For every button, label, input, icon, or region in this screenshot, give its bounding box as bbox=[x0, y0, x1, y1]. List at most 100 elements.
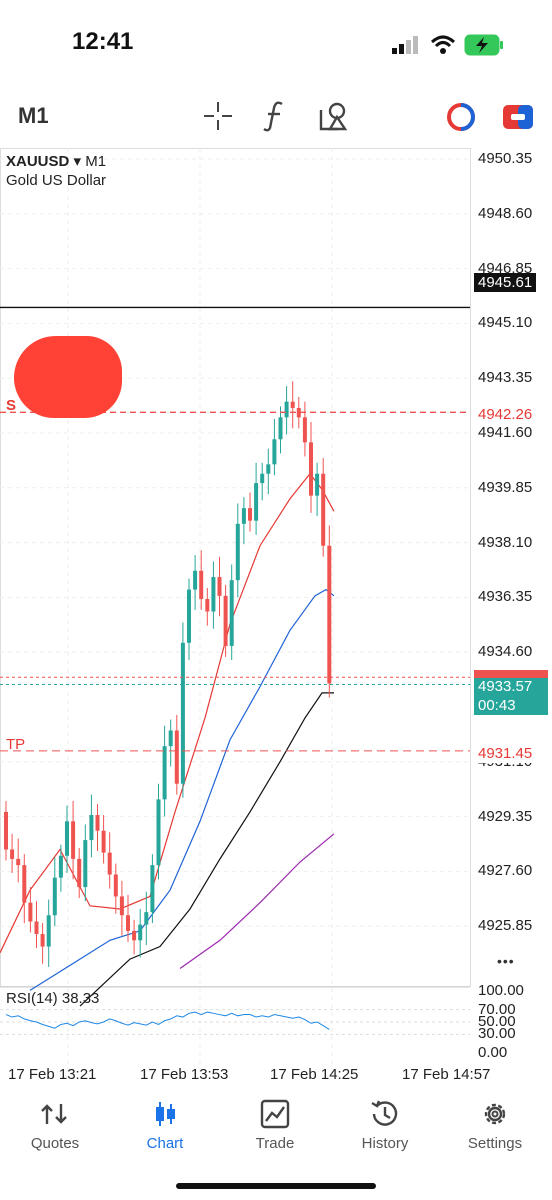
color-scheme-icon[interactable] bbox=[446, 102, 476, 132]
ma-slow-line bbox=[79, 692, 334, 1007]
candle-body bbox=[107, 852, 112, 875]
rsi-tick-label: 30.00 bbox=[478, 1025, 516, 1043]
candle-body bbox=[126, 915, 130, 931]
history-icon bbox=[371, 1100, 398, 1126]
take-profit-tag: 4931.45 bbox=[474, 744, 537, 763]
tab-trade-label: Trade bbox=[255, 1135, 295, 1152]
date-tick-label: 17 Feb 13:53 bbox=[140, 1066, 229, 1083]
candle-body bbox=[309, 442, 313, 496]
candle-body bbox=[150, 865, 155, 913]
price-tick-label: 4925.85 bbox=[478, 917, 533, 935]
candle-body bbox=[119, 896, 124, 916]
candle-body bbox=[235, 523, 240, 581]
candle-body bbox=[16, 858, 21, 866]
price-tick-label: 4945.10 bbox=[478, 314, 533, 332]
candle-body bbox=[248, 508, 252, 521]
tab-history-label: History bbox=[361, 1135, 409, 1152]
candle-body bbox=[77, 858, 82, 888]
candle-body bbox=[168, 730, 173, 747]
candle-body bbox=[58, 855, 63, 878]
candle-body bbox=[138, 924, 143, 941]
rsi-line bbox=[5, 1011, 330, 1030]
tab-quotes[interactable]: Quotes bbox=[0, 1090, 110, 1170]
candle-body bbox=[113, 874, 118, 897]
candle-body bbox=[95, 815, 100, 831]
take-profit-label: TP bbox=[6, 736, 26, 753]
candle-body bbox=[321, 473, 326, 546]
objects-icon[interactable] bbox=[318, 100, 350, 132]
tab-trade[interactable]: Trade bbox=[220, 1090, 330, 1170]
candle-body bbox=[193, 570, 198, 590]
price-tick-label: 4934.60 bbox=[478, 643, 533, 661]
rsi-tick-label: 0.00 bbox=[478, 1044, 508, 1061]
more-options-button[interactable]: ••• bbox=[497, 953, 515, 969]
date-tick-label: 17 Feb 13:21 bbox=[8, 1066, 97, 1083]
candle-body bbox=[34, 921, 39, 935]
home-indicator bbox=[176, 1183, 376, 1189]
tab-chart-label: Chart bbox=[146, 1135, 184, 1152]
ma-fast-line bbox=[0, 472, 335, 954]
rsi-tick-label: 100.00 bbox=[478, 982, 524, 999]
candle-body bbox=[144, 912, 149, 925]
tab-settings[interactable]: Settings bbox=[440, 1090, 550, 1170]
candle-body bbox=[278, 417, 283, 440]
candle-body bbox=[162, 746, 167, 800]
candle-body bbox=[174, 730, 179, 784]
tab-settings-label: Settings bbox=[467, 1135, 523, 1152]
chart-symbol: XAUUSD ▾ M1 bbox=[6, 153, 107, 170]
redaction-mark bbox=[14, 336, 122, 418]
bid-price: 4933.57 bbox=[478, 678, 533, 695]
function-icon[interactable] bbox=[262, 100, 288, 132]
candle-body bbox=[132, 930, 137, 941]
price-tick-label: 4936.35 bbox=[478, 588, 533, 606]
timeframe-button[interactable]: M1 bbox=[18, 103, 49, 129]
ask-price-tag bbox=[474, 670, 548, 678]
line-price-tag: 4945.61 bbox=[474, 273, 537, 292]
candle-body bbox=[223, 595, 228, 646]
candle-body bbox=[71, 821, 76, 859]
rsi-label: RSI(14) 38.33 bbox=[6, 990, 100, 1007]
candle-body bbox=[65, 821, 69, 856]
candle-body bbox=[52, 877, 57, 916]
tab-history[interactable]: History bbox=[330, 1090, 440, 1170]
date-tick-label: 17 Feb 14:25 bbox=[270, 1066, 359, 1083]
candle-body bbox=[315, 473, 320, 496]
candle-body bbox=[211, 577, 216, 612]
bid-price-tag: 4933.57 00:43 bbox=[474, 677, 548, 715]
chart-icon bbox=[156, 1102, 175, 1126]
candle-body bbox=[180, 642, 185, 784]
candle-body bbox=[284, 401, 289, 418]
candle-body bbox=[254, 483, 259, 521]
quotes-icon bbox=[41, 1104, 67, 1124]
ma-long-line bbox=[179, 833, 335, 969]
candle-body bbox=[4, 811, 8, 850]
candle-body bbox=[89, 815, 94, 841]
candle-body bbox=[156, 799, 161, 866]
candle-body bbox=[217, 577, 222, 596]
candle-body bbox=[199, 570, 204, 599]
price-chart[interactable] bbox=[0, 148, 552, 1088]
candle-body bbox=[40, 934, 45, 947]
price-tick-label: 4938.10 bbox=[478, 533, 533, 551]
candle-countdown: 00:43 bbox=[478, 697, 516, 714]
trade-icon bbox=[260, 1099, 290, 1129]
price-tick-label: 4941.60 bbox=[478, 424, 533, 441]
candle-body bbox=[327, 545, 332, 684]
tab-chart[interactable]: Chart bbox=[110, 1090, 220, 1170]
candle-body bbox=[241, 508, 246, 524]
candle-body bbox=[272, 439, 277, 465]
chart-type-icon[interactable] bbox=[502, 103, 534, 131]
price-tick-label: 4943.35 bbox=[478, 369, 533, 387]
candle-body bbox=[22, 865, 27, 903]
candle-body bbox=[229, 580, 234, 646]
candle-body bbox=[205, 598, 210, 612]
crosshair-icon[interactable] bbox=[204, 102, 232, 130]
date-tick-label: 17 Feb 14:57 bbox=[402, 1066, 491, 1083]
chart-frame bbox=[0, 148, 471, 987]
wifi-icon bbox=[430, 35, 456, 54]
candle-body bbox=[10, 849, 15, 859]
status-time: 12:41 bbox=[72, 28, 134, 55]
price-tick-label: 4927.60 bbox=[478, 862, 533, 880]
candle-body bbox=[187, 589, 191, 643]
price-tick-label: 4929.35 bbox=[478, 807, 533, 825]
